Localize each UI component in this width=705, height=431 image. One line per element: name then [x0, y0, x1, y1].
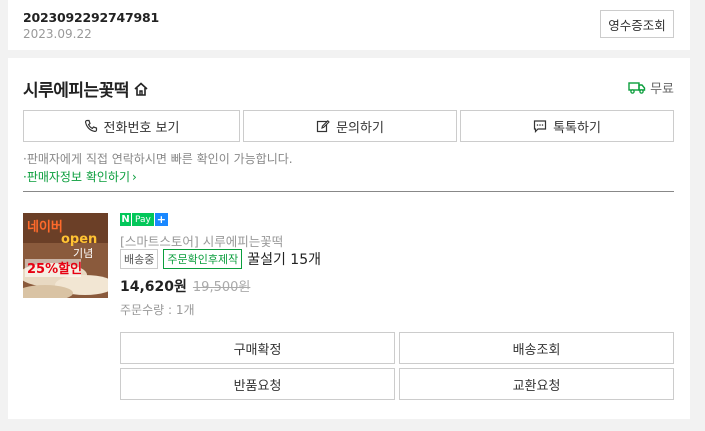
product-image[interactable]: 네이버 open 기념 25%할인 [23, 213, 108, 298]
thumb-text-3: 기념 [73, 247, 93, 260]
edit-icon [316, 120, 330, 133]
product-info-line: 배송중 주문확인후제작 꿀설기 15개 [120, 249, 321, 269]
order-date: 2023.09.22 [23, 27, 92, 41]
thumb-text-2: open [61, 232, 97, 247]
talktalk-button-label: 톡톡하기 [553, 120, 601, 136]
return-request-button[interactable]: 반품요청 [120, 368, 395, 400]
product-store-line[interactable]: [스마트스토어] 시루에피는꽃떡 [120, 231, 283, 250]
divider [23, 191, 674, 192]
order-number: 2023092292747981 [23, 10, 159, 25]
talktalk-button[interactable]: 톡톡하기 [460, 110, 674, 142]
thumb-text-4: 25%할인 [27, 261, 82, 277]
npay-n-icon: N [120, 213, 131, 226]
inquiry-button[interactable]: 문의하기 [243, 110, 457, 142]
order-header-card: 2023092292747981 2023.09.22 영수증조회 [8, 0, 690, 50]
store-name[interactable]: 시루에피는꽃떡 [23, 76, 129, 101]
inquiry-button-label: 문의하기 [336, 120, 384, 136]
product-title[interactable]: 꿀설기 15개 [247, 249, 321, 269]
track-delivery-button[interactable]: 배송조회 [399, 332, 674, 364]
confirm-purchase-button[interactable]: 구매확정 [120, 332, 395, 364]
phone-button-label: 전화번호 보기 [103, 120, 180, 136]
seller-info-label[interactable]: ·판매자정보 확인하기 [23, 168, 130, 185]
exchange-request-button[interactable]: 교환요청 [399, 368, 674, 400]
shipping-label: 무료 [650, 82, 674, 97]
truck-icon [628, 82, 646, 94]
product-thumbnail[interactable]: 네이버 open 기념 25%할인 [23, 213, 108, 298]
phone-button[interactable]: 전화번호 보기 [23, 110, 240, 142]
order-quantity: 주문수량 : 1개 [120, 303, 195, 317]
store-title[interactable]: 시루에피는꽃떡 [23, 76, 149, 101]
contact-notice: ·판매자에게 직접 연락하시면 빠른 확인이 가능합니다. [23, 152, 293, 166]
npay-plus-icon: + [154, 213, 168, 226]
shipping-fee: 무료 [628, 78, 674, 97]
npay-pay-label: Pay [132, 213, 154, 226]
receipt-button[interactable]: 영수증조회 [600, 10, 674, 38]
chevron-right-icon: › [132, 169, 137, 184]
seller-info-link[interactable]: ·판매자정보 확인하기 › [23, 168, 137, 185]
thumb-text-1: 네이버 [27, 219, 63, 235]
product-price: 14,620원 [120, 279, 187, 295]
status-badge: 배송중 [120, 249, 159, 269]
original-price: 19,500원 [192, 280, 251, 295]
made-to-order-badge: 주문확인후제작 [163, 249, 243, 269]
order-detail-card: 시루에피는꽃떡 무료 전화번호 보기 문의하기 톡톡하기 ·판매자에게 직접 연… [8, 58, 690, 419]
price-row: 14,620원 19,500원 [120, 276, 250, 296]
home-icon[interactable] [133, 81, 149, 97]
phone-icon [84, 119, 97, 133]
npay-badge: N Pay + [120, 213, 168, 226]
chat-icon [533, 120, 547, 133]
